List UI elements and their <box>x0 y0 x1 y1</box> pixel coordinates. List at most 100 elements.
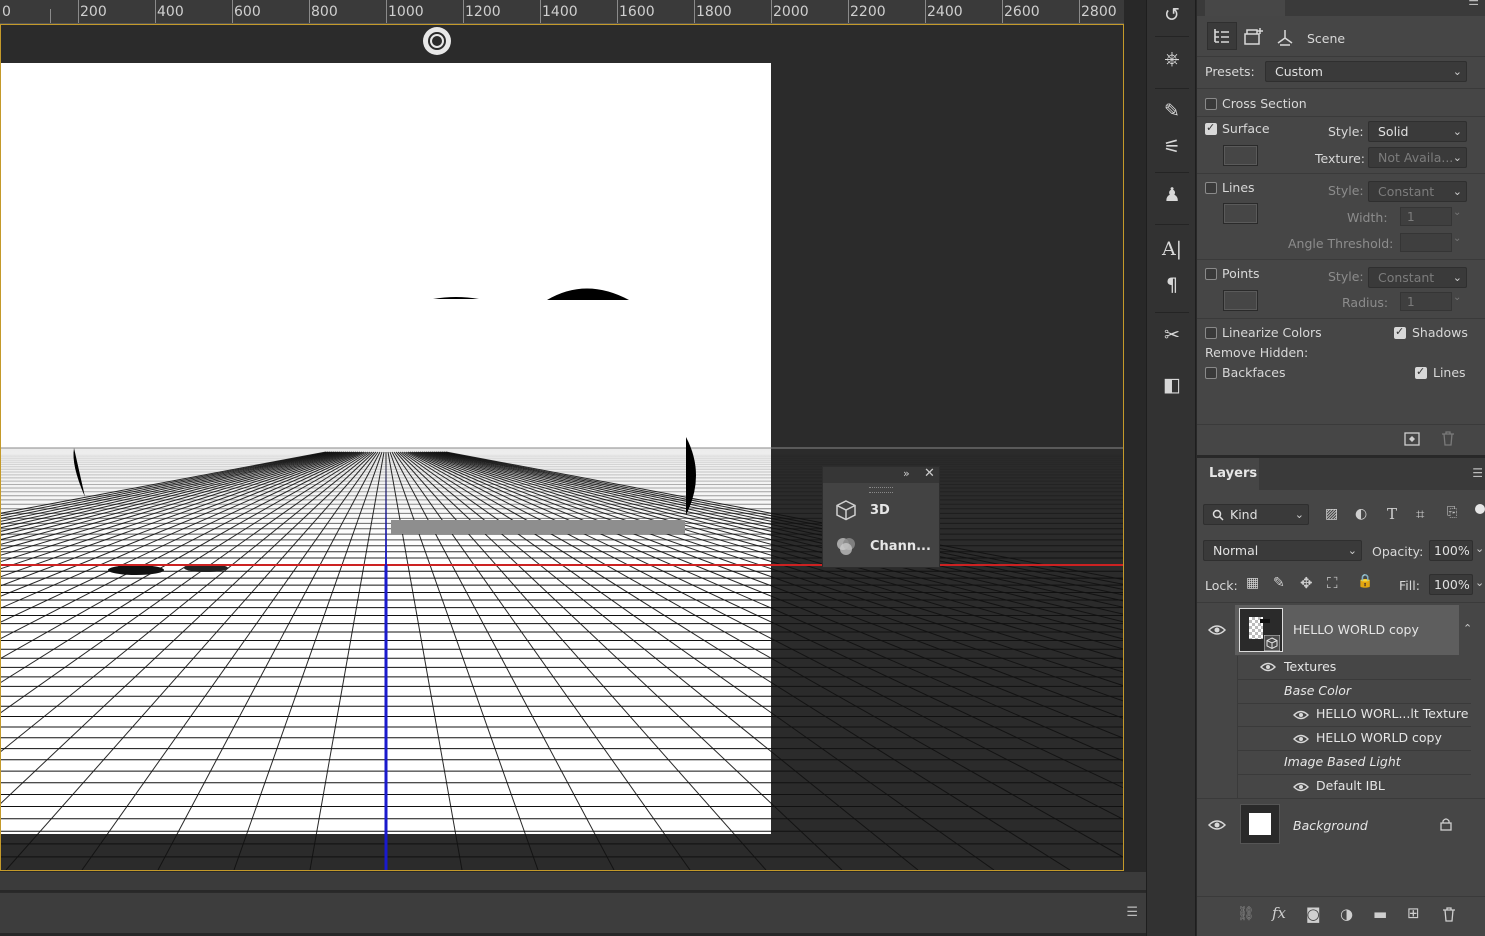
points-style-dropdown[interactable]: Constant ⌄ <box>1368 267 1467 288</box>
brush-settings-icon[interactable]: ⚟ <box>1157 132 1187 162</box>
layer-row-3d[interactable]: HELLO WORLD copy ⌃ <box>1197 604 1485 656</box>
fx-icon[interactable]: fx <box>1272 904 1286 922</box>
chevron-down-icon[interactable]: ⌄ <box>1475 542 1484 555</box>
shadows-label: Shadows <box>1412 325 1468 340</box>
floating-panel-dock[interactable]: » ✕ 3D Chann... <box>822 466 940 568</box>
layer-thumbnail[interactable] <box>1240 804 1280 844</box>
image-based-light-label[interactable]: Image Based Light <box>1284 754 1401 769</box>
blend-mode-dropdown[interactable]: Normal ⌄ <box>1203 540 1362 561</box>
chevron-down-icon[interactable]: ⌄ <box>1453 292 1461 303</box>
cross-section-checkbox[interactable] <box>1205 98 1217 110</box>
panel-menu-icon[interactable]: ☰ <box>1472 466 1483 480</box>
panel-item-3d[interactable]: 3D <box>833 499 933 523</box>
lock-all-icon[interactable]: 🔒 <box>1357 574 1373 589</box>
points-radius-input[interactable]: 1 <box>1400 292 1452 311</box>
visibility-eye-icon[interactable] <box>1260 662 1276 672</box>
ruler-tick <box>848 0 849 23</box>
angle-threshold-input[interactable] <box>1400 233 1452 252</box>
filter-kind-dropdown[interactable]: Kind ⌄ <box>1203 504 1309 525</box>
filter-type-icon[interactable]: T <box>1387 505 1397 523</box>
scene-mode-button[interactable] <box>1207 22 1237 50</box>
points-checkbox[interactable] <box>1205 268 1217 280</box>
navigator-icon[interactable]: ⎈ <box>1157 44 1187 74</box>
visibility-eye-icon[interactable] <box>1293 782 1309 792</box>
visibility-eye-icon[interactable] <box>1293 710 1309 720</box>
panel-menu-icon[interactable]: ☰ <box>1468 0 1479 8</box>
texture-item-label[interactable]: HELLO WORL...lt Texture <box>1316 706 1468 721</box>
close-icon[interactable]: ✕ <box>924 466 935 481</box>
add-mask-icon[interactable]: ◙ <box>1306 905 1321 923</box>
presets-dropdown[interactable]: Custom ⌄ <box>1265 61 1467 82</box>
tool-presets-icon[interactable]: ✂ <box>1157 320 1187 350</box>
tab-layers[interactable]: Layers <box>1197 458 1259 490</box>
render-icon[interactable] <box>1404 432 1420 446</box>
linearize-colors-checkbox[interactable] <box>1205 327 1217 339</box>
textures-group-label[interactable]: Textures <box>1284 659 1336 674</box>
ruler-tick <box>1002 0 1003 23</box>
opacity-input[interactable]: 100% <box>1429 540 1473 561</box>
filter-shape-icon[interactable]: ⌗ <box>1416 505 1424 523</box>
lock-transparent-icon[interactable]: ▦ <box>1246 575 1259 591</box>
drag-grip[interactable] <box>869 487 893 493</box>
surface-checkbox[interactable] <box>1205 121 1217 135</box>
lines-width-input[interactable]: 1 <box>1400 207 1452 226</box>
lines-style-dropdown[interactable]: Constant ⌄ <box>1368 181 1467 202</box>
filter-smart-object-icon[interactable]: ⎘ <box>1447 505 1457 520</box>
fill-label: Fill: <box>1399 578 1420 593</box>
lock-artboard-icon[interactable]: ⛶ <box>1327 574 1338 592</box>
visibility-eye-icon[interactable] <box>1293 734 1309 744</box>
panel-menu-icon[interactable]: ☰ <box>1126 905 1138 920</box>
coordinates-icon[interactable] <box>1275 28 1295 48</box>
chevron-up-icon[interactable]: ⌃ <box>1463 622 1472 635</box>
ibl-item-label[interactable]: Default IBL <box>1316 778 1385 793</box>
lines-checkbox[interactable] <box>1205 182 1217 194</box>
collapse-icon[interactable]: » <box>903 467 910 480</box>
new-layer-icon[interactable]: ⊞ <box>1407 904 1420 922</box>
trash-icon[interactable] <box>1441 431 1455 446</box>
filter-toggle[interactable] <box>1475 504 1485 514</box>
brush-presets-icon[interactable]: ✎ <box>1157 96 1187 126</box>
mesh-icon[interactable] <box>1243 26 1265 48</box>
surface-style-dropdown[interactable]: Solid ⌄ <box>1368 121 1467 142</box>
horizontal-ruler[interactable]: 0 200 400 600 800 1000 1200 1400 1600 18… <box>0 0 1124 24</box>
chevron-down-icon[interactable]: ⌄ <box>1453 233 1461 244</box>
new-adjustment-icon[interactable]: ◑ <box>1340 905 1353 923</box>
trash-icon[interactable] <box>1442 907 1456 922</box>
paragraph-icon[interactable]: ¶ <box>1157 270 1187 300</box>
tab-properties[interactable] <box>1205 0 1285 16</box>
floating-panel-header[interactable]: » ✕ <box>823 466 939 483</box>
chevron-down-icon[interactable]: ⌄ <box>1475 576 1484 589</box>
filter-pixel-icon[interactable]: ▨ <box>1325 506 1338 522</box>
lines-color-swatch[interactable] <box>1223 203 1258 224</box>
base-color-label[interactable]: Base Color <box>1284 683 1351 698</box>
surface-color-swatch[interactable] <box>1223 145 1258 166</box>
horizontal-scrollbar[interactable] <box>0 872 1146 890</box>
visibility-eye-icon[interactable] <box>1208 819 1226 831</box>
layer-thumbnail[interactable] <box>1239 608 1283 652</box>
layer-row-background[interactable]: Background <box>1197 800 1485 850</box>
panel-item-channels[interactable]: Chann... <box>833 535 933 559</box>
glyphs-icon[interactable]: ◧ <box>1157 370 1187 400</box>
texture-dropdown[interactable]: Not Availa... ⌄ <box>1368 147 1467 168</box>
clone-source-icon[interactable]: ♟ <box>1157 180 1187 210</box>
hidden-lines-checkbox[interactable] <box>1415 365 1427 379</box>
link-layers-icon[interactable]: ⛓ <box>1237 906 1255 922</box>
visibility-eye-icon[interactable] <box>1208 624 1226 636</box>
points-color-swatch[interactable] <box>1223 290 1258 311</box>
chevron-down-icon[interactable]: ⌄ <box>1453 207 1461 218</box>
lock-position-icon[interactable]: ✥ <box>1300 574 1313 592</box>
backfaces-checkbox[interactable] <box>1205 367 1217 379</box>
lock-pixels-icon[interactable]: ✎ <box>1273 575 1285 591</box>
points-label: Points <box>1222 266 1260 281</box>
sun-light-icon[interactable] <box>423 27 451 55</box>
character-icon[interactable]: A| <box>1157 234 1187 264</box>
fill-input[interactable]: 100% <box>1429 574 1473 595</box>
document-canvas[interactable] <box>0 24 1124 871</box>
texture-item-label[interactable]: HELLO WORLD copy <box>1316 730 1442 745</box>
new-group-folder-icon[interactable]: ▬ <box>1373 905 1387 923</box>
divider <box>1237 774 1471 775</box>
3d-viewport[interactable] <box>1 25 1123 870</box>
history-icon[interactable]: ↺ <box>1157 0 1187 30</box>
shadows-checkbox[interactable] <box>1394 325 1406 339</box>
filter-adjustment-icon[interactable]: ◐ <box>1355 506 1367 522</box>
